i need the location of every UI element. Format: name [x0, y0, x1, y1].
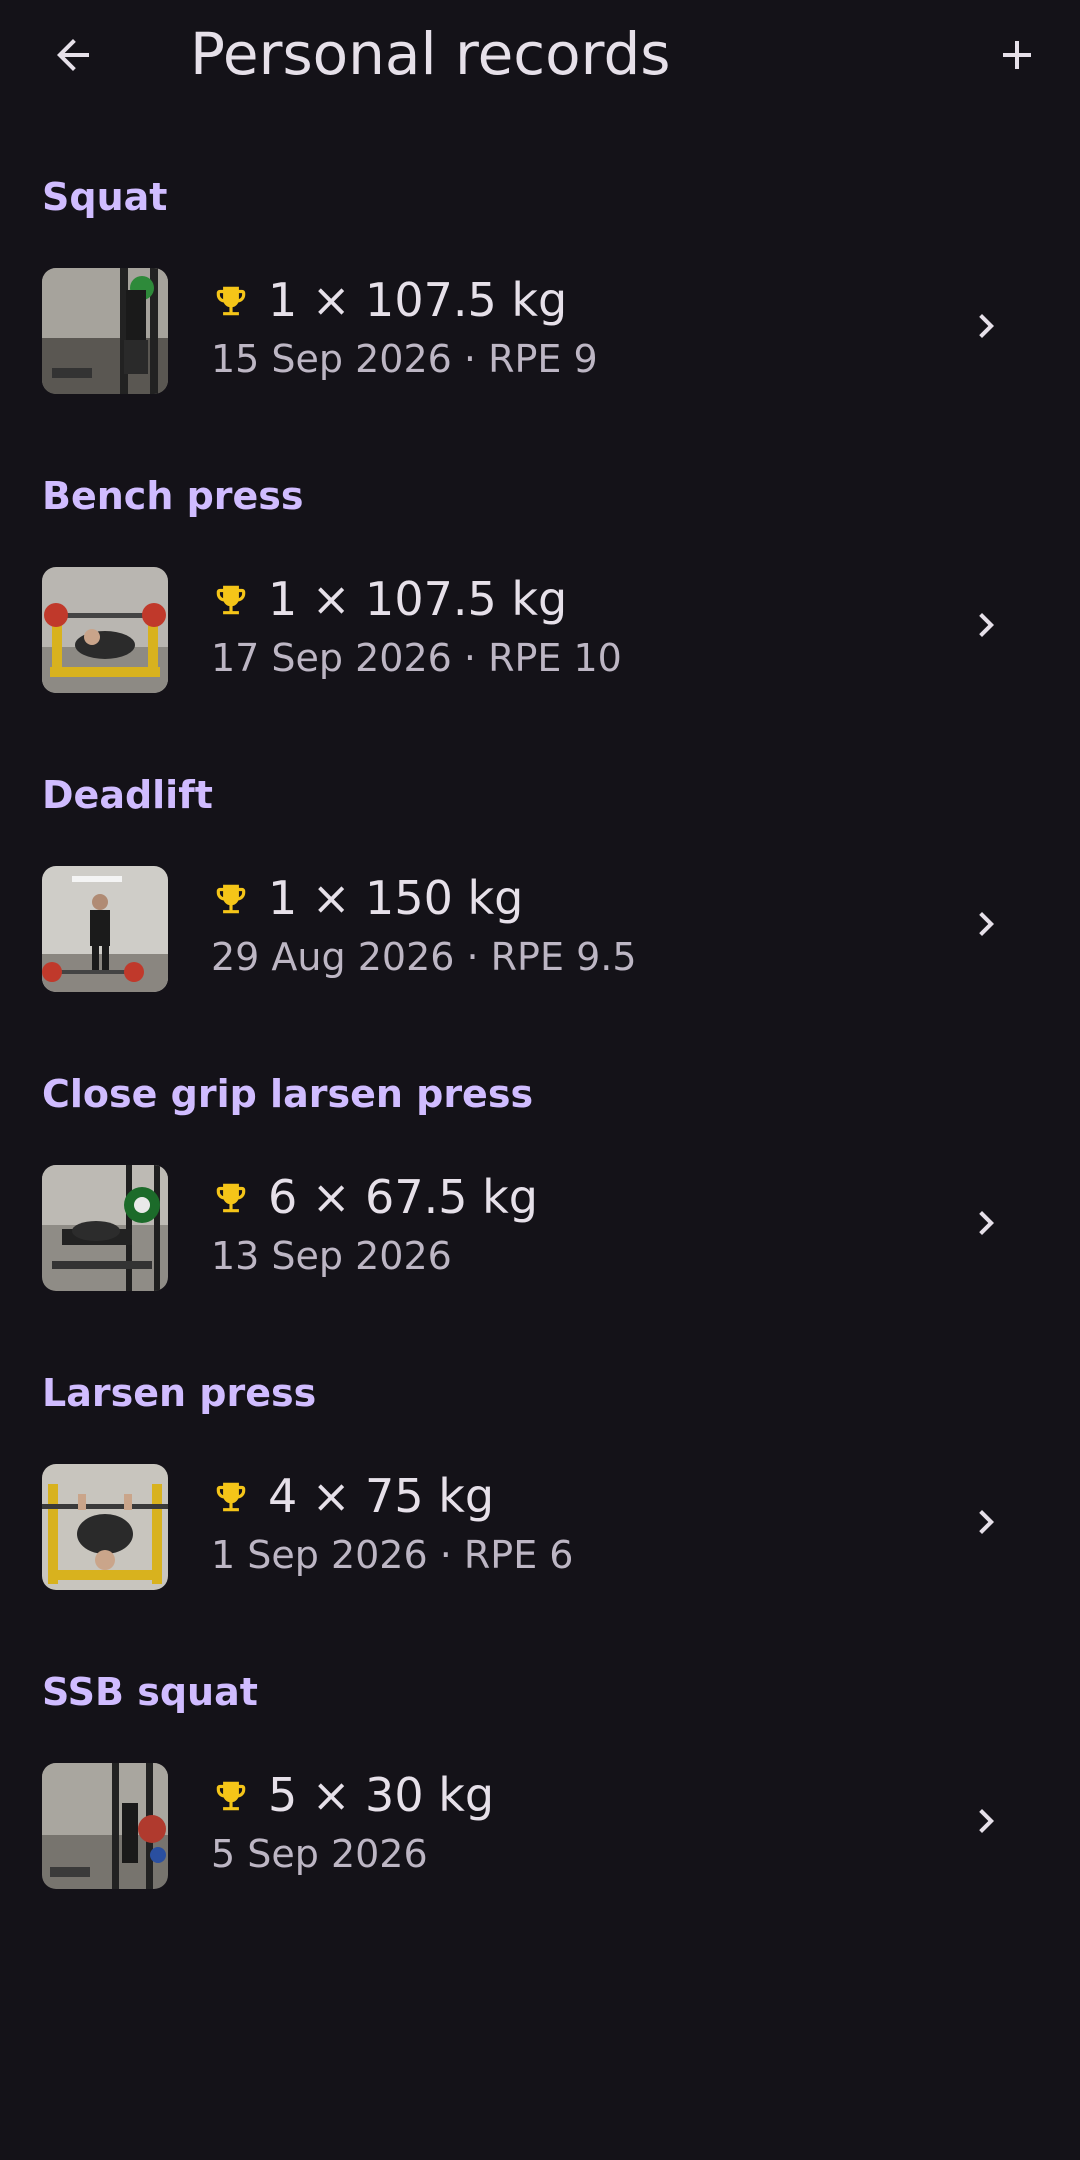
section-title: Larsen press	[42, 1371, 317, 1415]
section-title: Bench press	[42, 474, 304, 518]
record-summary: 6 × 67.5 kg	[268, 1170, 538, 1224]
record-summary: 1 × 107.5 kg	[268, 572, 568, 626]
trophy-icon	[216, 286, 246, 316]
record-row-deadlift[interactable]: 1 × 150 kg 29 Aug 2026 · RPE 9.5	[0, 858, 1080, 998]
record-detail: 15 Sep 2026 · RPE 9	[211, 337, 598, 381]
record-section-larsen-press: Larsen press 4 × 75 kg 1 Sep 2026 · RPE …	[0, 1346, 1080, 1645]
trophy-icon	[216, 1781, 246, 1811]
record-summary: 1 × 150 kg	[268, 871, 524, 925]
record-row-bench-press[interactable]: 1 × 107.5 kg 17 Sep 2026 · RPE 10	[0, 559, 1080, 699]
section-title: Deadlift	[42, 773, 213, 817]
chevron-right-icon	[979, 314, 994, 338]
top-app-bar: Personal records	[0, 0, 1080, 110]
record-row-close-grip-larsen-press[interactable]: 6 × 67.5 kg 13 Sep 2026	[0, 1157, 1080, 1297]
chevron-right-icon	[979, 1510, 994, 1534]
record-detail: 17 Sep 2026 · RPE 10	[211, 636, 622, 680]
record-summary: 1 × 107.5 kg	[268, 273, 568, 327]
record-thumbnail	[42, 866, 168, 992]
record-section-deadlift: Deadlift 1 × 150 kg 29 Aug 2026 · RPE 9.…	[0, 748, 1080, 1047]
trophy-icon	[216, 1482, 246, 1512]
record-detail: 5 Sep 2026	[211, 1832, 428, 1876]
chevron-right-icon	[979, 1809, 994, 1833]
record-section-close-grip-larsen-press: Close grip larsen press 6 × 67.5 kg 13 S…	[0, 1047, 1080, 1346]
record-row-larsen-press[interactable]: 4 × 75 kg 1 Sep 2026 · RPE 6	[0, 1456, 1080, 1596]
section-title: Close grip larsen press	[42, 1072, 534, 1116]
arrow-back-icon	[57, 39, 89, 71]
record-section-squat: Squat 1 × 107.5 kg 15 Sep 2026 · RPE 9	[0, 150, 1080, 449]
records-list: Squat 1 × 107.5 kg 15 Sep 2026 · RPE 9 B…	[0, 150, 1080, 1944]
plus-icon	[1003, 41, 1031, 69]
trophy-icon	[216, 1183, 246, 1213]
record-thumbnail	[42, 567, 168, 693]
chevron-right-icon	[979, 912, 994, 936]
section-title: SSB squat	[42, 1670, 258, 1714]
record-detail: 1 Sep 2026 · RPE 6	[211, 1533, 574, 1577]
record-section-ssb-squat: SSB squat 5 × 30 kg 5 Sep 2026	[0, 1645, 1080, 1944]
record-row-squat[interactable]: 1 × 107.5 kg 15 Sep 2026 · RPE 9	[0, 260, 1080, 400]
record-thumbnail	[42, 1464, 168, 1590]
record-row-ssb-squat[interactable]: 5 × 30 kg 5 Sep 2026	[0, 1755, 1080, 1895]
page-title: Personal records	[190, 20, 671, 88]
add-record-button[interactable]	[972, 10, 1062, 100]
chevron-right-icon	[979, 613, 994, 637]
chevron-right-icon	[979, 1211, 994, 1235]
record-summary: 4 × 75 kg	[268, 1469, 495, 1523]
record-thumbnail	[42, 1763, 168, 1889]
record-thumbnail	[42, 1165, 168, 1291]
section-title: Squat	[42, 175, 168, 219]
record-thumbnail	[42, 268, 168, 394]
trophy-icon	[216, 884, 246, 914]
record-summary: 5 × 30 kg	[268, 1768, 495, 1822]
record-section-bench-press: Bench press 1 × 107.5 kg 17 Sep 2026 · R…	[0, 449, 1080, 748]
record-detail: 29 Aug 2026 · RPE 9.5	[211, 935, 637, 979]
trophy-icon	[216, 585, 246, 615]
record-detail: 13 Sep 2026	[211, 1234, 452, 1278]
back-button[interactable]	[28, 10, 118, 100]
